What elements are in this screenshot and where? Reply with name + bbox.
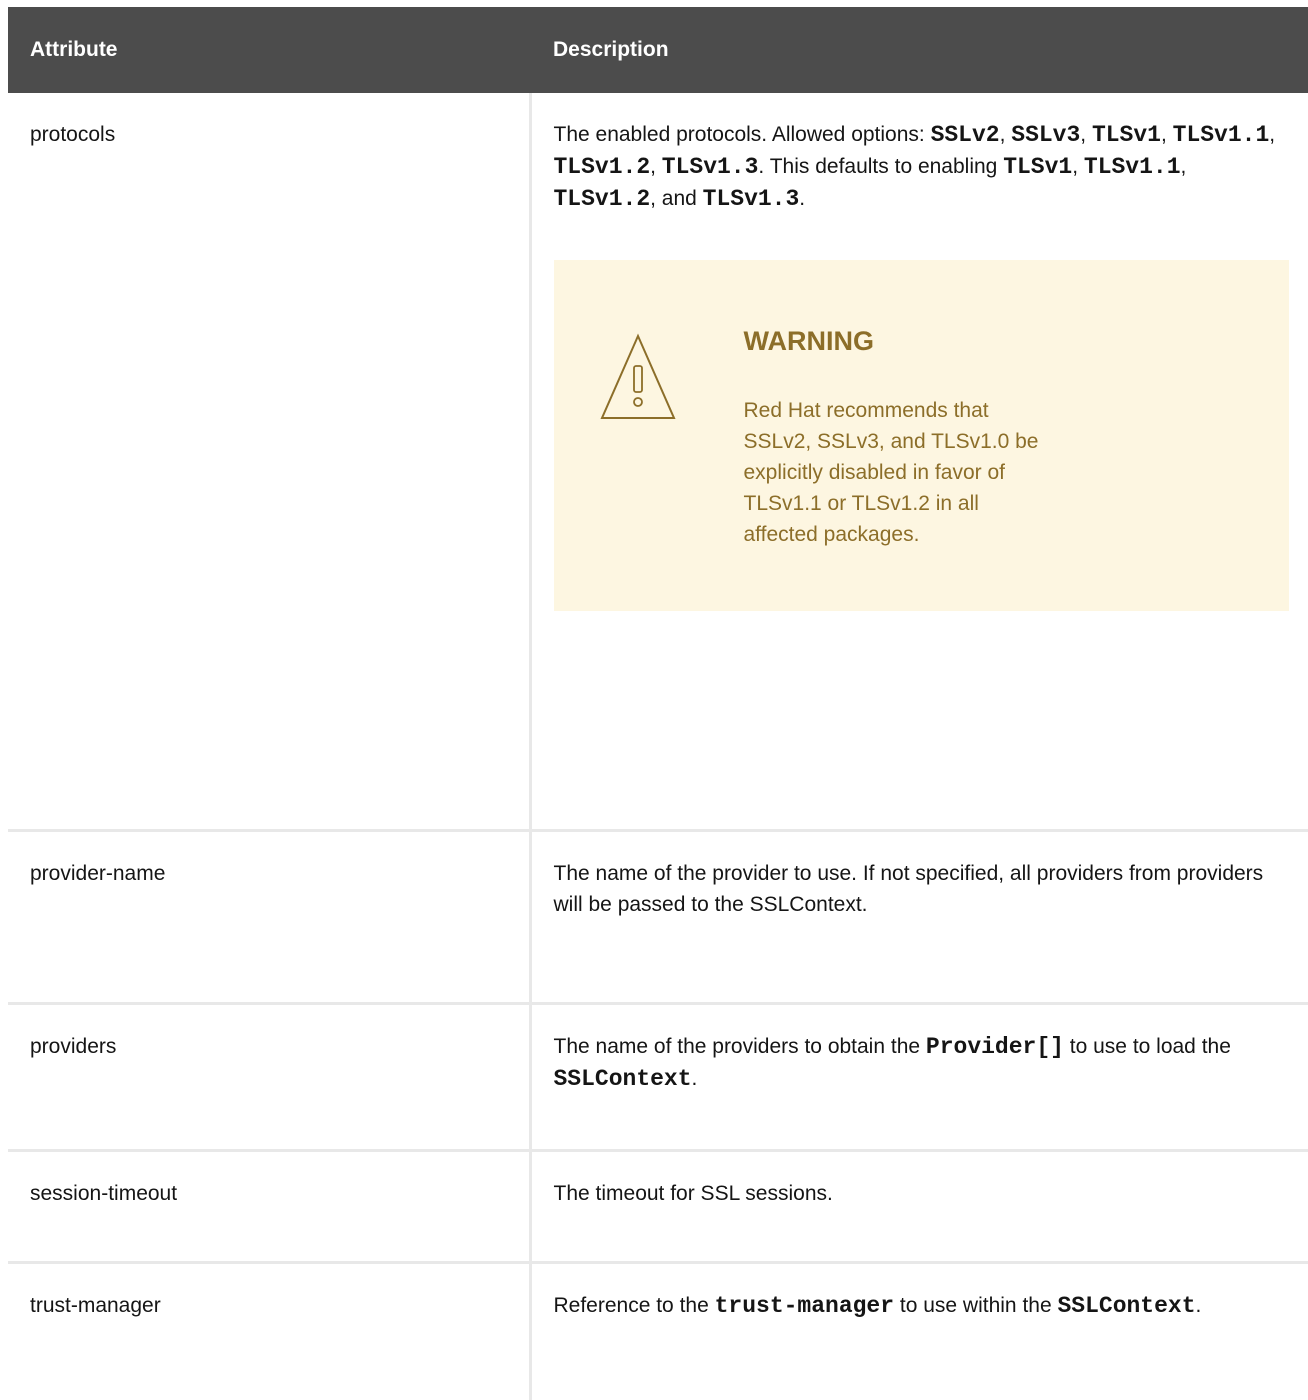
description-cell: The timeout for SSL sessions. [530,1151,1308,1263]
attribute-cell: protocols [8,93,530,831]
description-cell: Reference to the trust-manager to use wi… [530,1263,1308,1400]
attribute-cell: providers [8,1004,530,1151]
text-fragment: , [1000,123,1012,146]
description-text: The name of the providers to obtain the … [554,1031,1289,1095]
text-fragment: The enabled protocols. Allowed options: [554,123,931,146]
description-cell: The name of the provider to use. If not … [530,831,1308,1004]
table-row: protocols The enabled protocols. Allowed… [8,93,1308,831]
text-fragment: , and [650,187,703,210]
text-fragment: , [1161,123,1173,146]
header-row: Attribute Description [8,7,1308,93]
code-literal: Provider[] [926,1034,1064,1060]
text-fragment: . This defaults to enabling [758,155,1003,178]
text-fragment: The name of the providers to obtain the [554,1035,926,1058]
description-text: The timeout for SSL sessions. [554,1178,1289,1209]
code-literal: SSLContext [554,1066,692,1092]
text-fragment: Reference to the [554,1294,715,1317]
code-literal: SSLContext [1057,1293,1195,1319]
warning-text: Red Hat recommends that SSLv2, SSLv3, an… [744,395,1044,550]
code-literal: TLSv1.2 [554,186,651,212]
code-literal: TLSv1.1 [1173,122,1270,148]
warning-admonition: WARNING Red Hat recommends that SSLv2, S… [554,260,1289,611]
code-literal: SSLv2 [931,122,1000,148]
attribute-name: trust-manager [30,1294,161,1317]
header-attribute: Attribute [8,7,530,93]
warning-triangle-icon [600,332,676,424]
attributes-table: Attribute Description protocols The enab… [8,7,1308,1400]
description-cell: The enabled protocols. Allowed options: … [530,93,1308,831]
text-fragment: , [1269,123,1275,146]
table-row: session-timeout The timeout for SSL sess… [8,1151,1308,1263]
attribute-name: provider-name [30,862,165,885]
table-row: provider-name The name of the provider t… [8,831,1308,1004]
code-literal: TLSv1.1 [1084,154,1181,180]
code-literal: TLSv1.3 [703,186,800,212]
text-fragment: to use to load the [1064,1035,1231,1058]
text-fragment: , [1181,155,1187,178]
text-fragment: to use within the [894,1294,1057,1317]
description-text: Reference to the trust-manager to use wi… [554,1290,1289,1322]
table-row: providers The name of the providers to o… [8,1004,1308,1151]
text-fragment: . [1196,1294,1202,1317]
attribute-name: protocols [30,123,115,146]
description-text: The enabled protocols. Allowed options: … [554,119,1289,215]
code-literal: TLSv1.2 [554,154,651,180]
attribute-cell: provider-name [8,831,530,1004]
code-literal: SSLv3 [1011,122,1080,148]
text-fragment: . [692,1067,698,1090]
code-literal: TLSv1 [1092,122,1161,148]
text-fragment: , [650,155,662,178]
attribute-name: session-timeout [30,1182,177,1205]
attribute-cell: trust-manager [8,1263,530,1400]
text-fragment: , [1072,155,1084,178]
code-literal: trust-manager [715,1293,894,1319]
description-cell: The name of the providers to obtain the … [530,1004,1308,1151]
code-literal: TLSv1 [1003,154,1072,180]
code-literal: TLSv1.3 [662,154,759,180]
attribute-cell: session-timeout [8,1151,530,1263]
table-header: Attribute Description [8,7,1308,93]
attribute-name: providers [30,1035,116,1058]
table-row: trust-manager Reference to the trust-man… [8,1263,1308,1400]
warning-title: WARNING [744,326,875,357]
text-fragment: . [799,187,805,210]
description-text: The name of the provider to use. If not … [554,858,1289,920]
header-description: Description [530,7,1308,93]
text-fragment: , [1080,123,1092,146]
